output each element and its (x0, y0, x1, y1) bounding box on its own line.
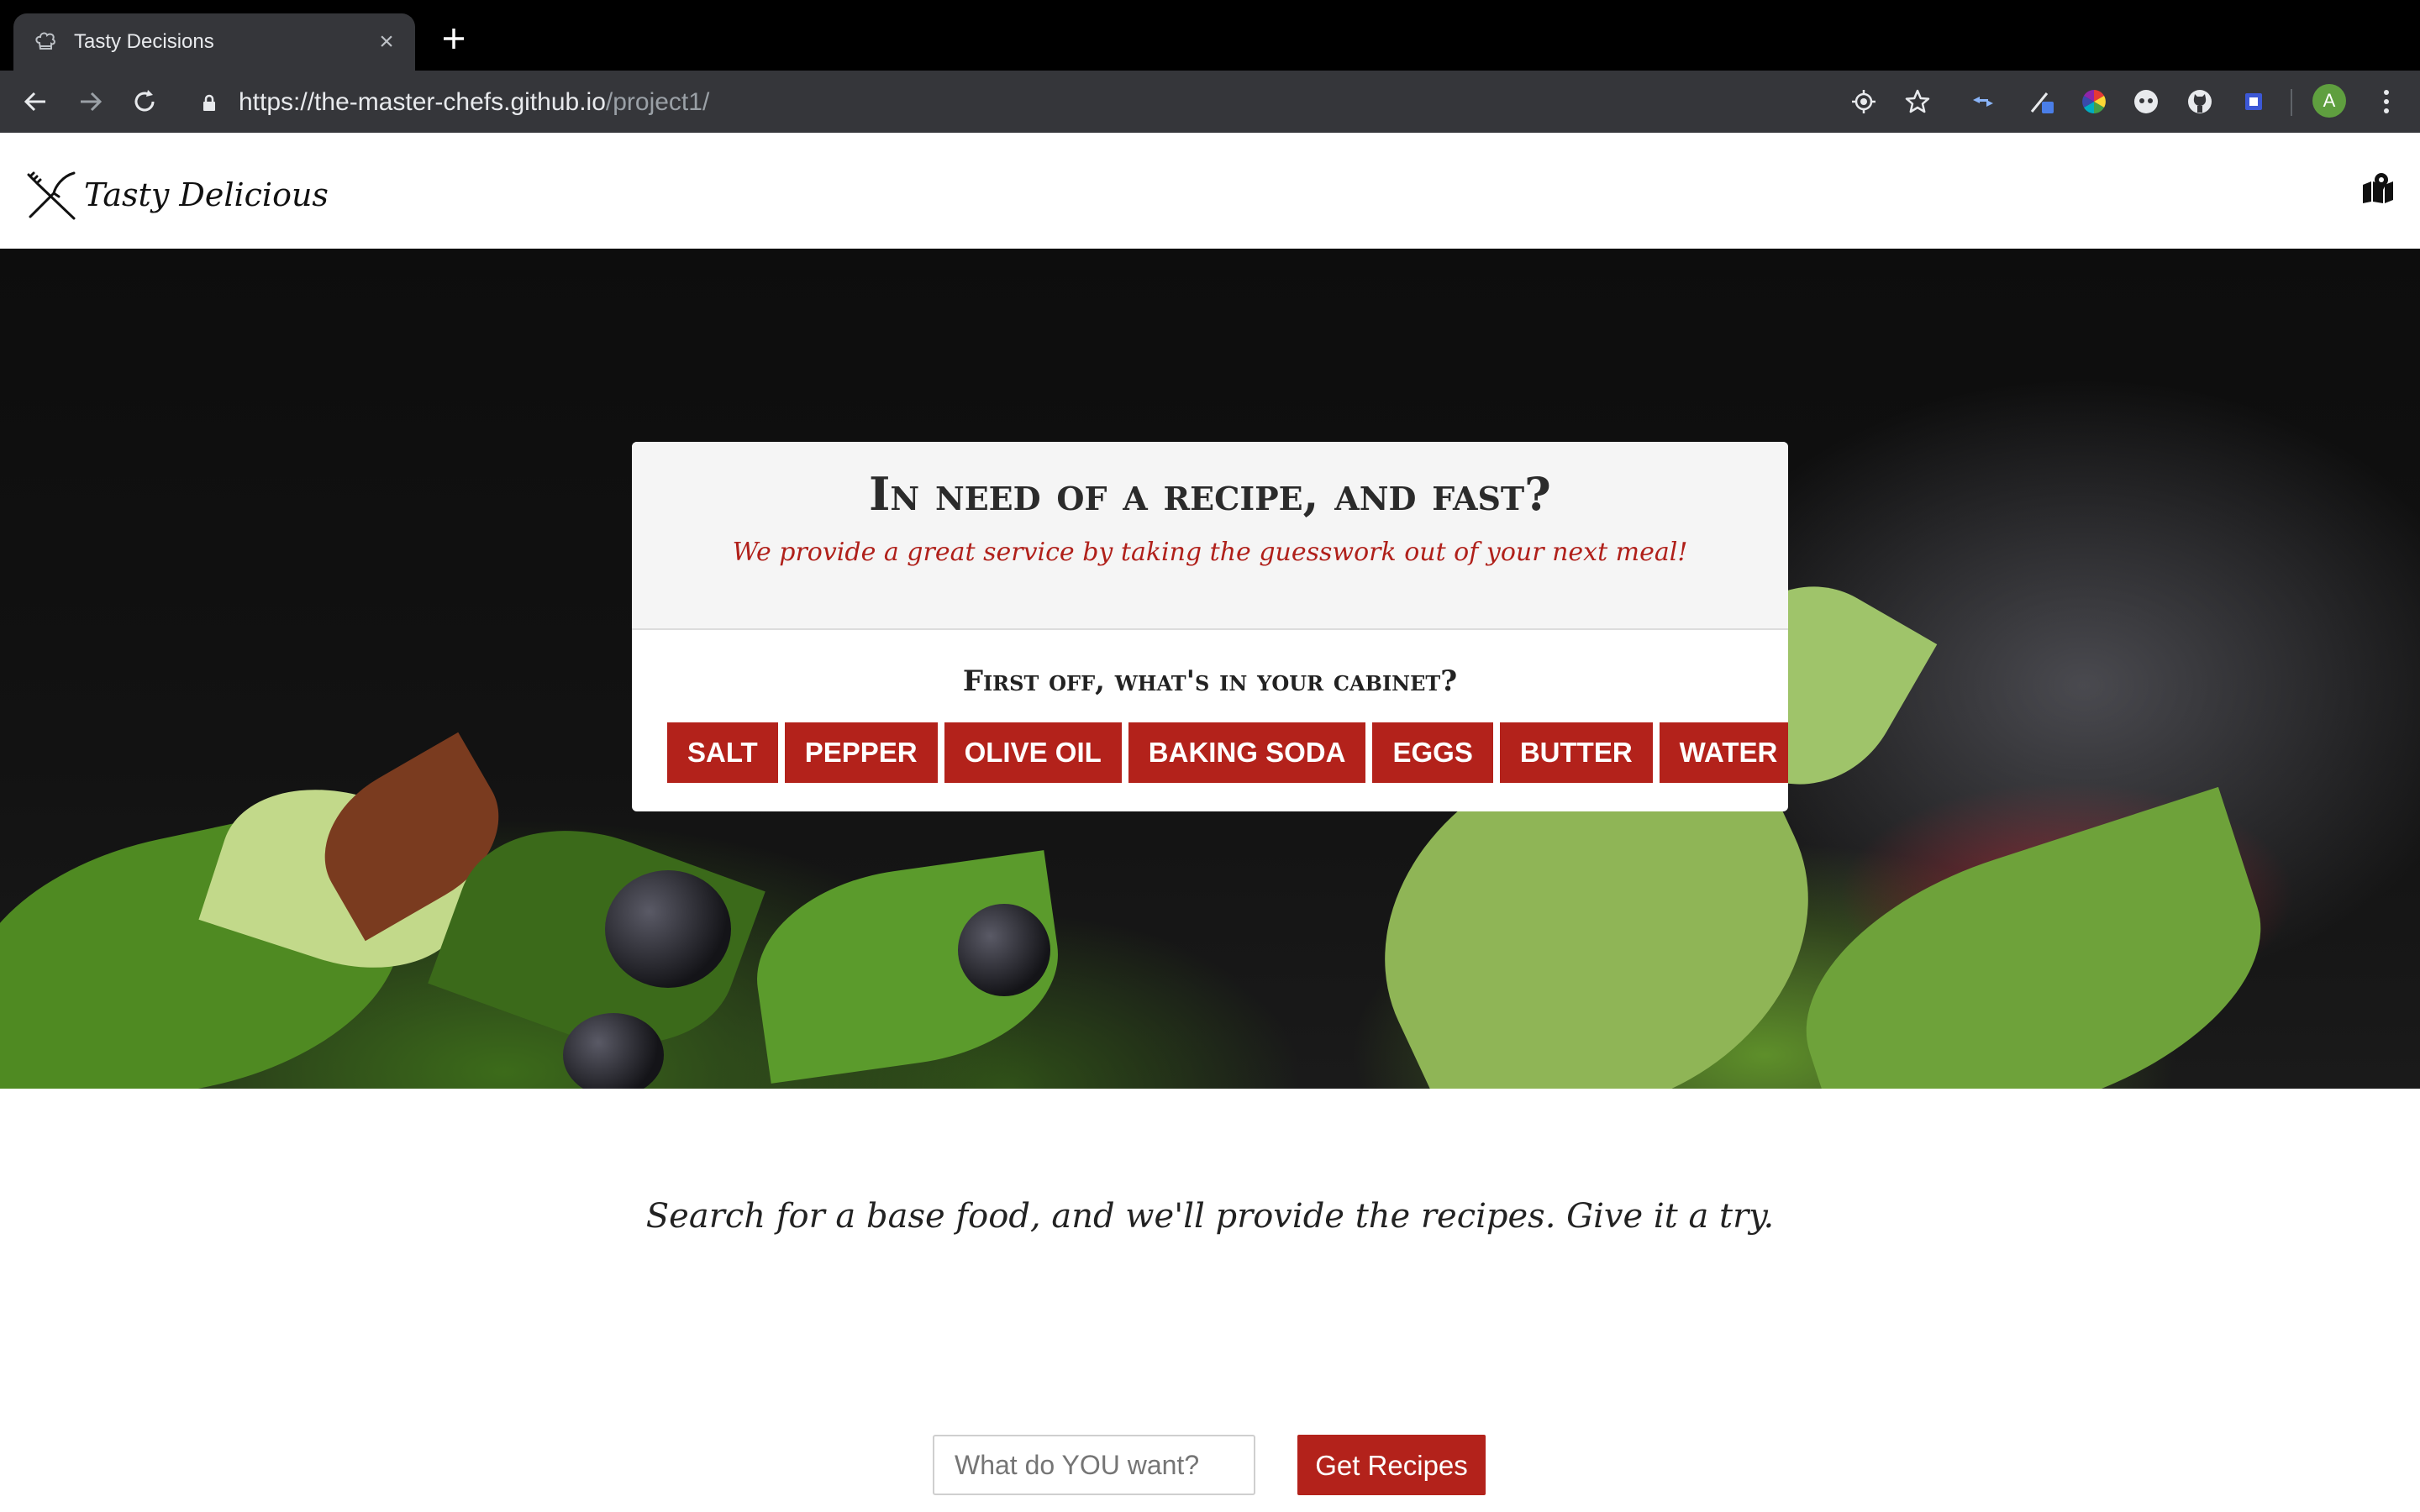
lock-icon (203, 94, 215, 111)
card-body: First off, what's in your cabinet? SALT P… (632, 630, 1788, 811)
leaf-decoration (1770, 786, 2296, 1089)
browser-toolbar: https://the-master-chefs.github.io/proje… (0, 71, 2420, 133)
location-icon[interactable] (1849, 87, 1879, 117)
hero-subtitle: We provide a great service by taking the… (732, 538, 1688, 567)
berry-decoration (605, 870, 731, 988)
ingredient-button-olive-oil[interactable]: OLIVE OIL (944, 722, 1122, 783)
url-path: /project1/ (605, 88, 710, 116)
tab-title: Tasty Decisions (74, 30, 214, 53)
browser-tab-bar: Tasty Decisions × (0, 0, 2420, 71)
github-icon[interactable] (2185, 87, 2215, 117)
get-recipes-button[interactable]: Get Recipes (1297, 1435, 1486, 1495)
extension-circle-icon[interactable] (2131, 87, 2161, 117)
browser-tab[interactable]: Tasty Decisions × (13, 13, 415, 71)
cabinet-question: First off, what's in your cabinet? (962, 664, 1458, 698)
ingredient-buttons: SALT PEPPER OLIVE OIL BAKING SODA EGGS BUTTER… (667, 722, 1788, 783)
back-icon[interactable] (20, 87, 50, 117)
url-host: https://the-master-chefs.github.io (239, 88, 606, 116)
berry-decoration (563, 1013, 664, 1089)
menu-icon[interactable] (2371, 85, 2402, 118)
fork-knife-icon (27, 171, 76, 220)
berry-decoration (958, 904, 1050, 996)
reload-icon[interactable] (129, 87, 160, 117)
star-icon[interactable] (1902, 87, 1933, 117)
food-search-input[interactable] (933, 1435, 1255, 1495)
ingredient-button-water[interactable]: WATER (1659, 722, 1788, 783)
map-marker-icon[interactable] (2361, 171, 2395, 205)
site-navbar: Tasty Delicious (0, 133, 2420, 249)
forward-icon[interactable] (76, 87, 106, 117)
ingredient-button-salt[interactable]: SALT (667, 722, 778, 783)
chef-hat-icon (35, 32, 55, 50)
ingredient-button-pepper[interactable]: PEPPER (784, 722, 938, 783)
address-bar[interactable]: https://the-master-chefs.github.io/proje… (187, 77, 1867, 126)
hero-title: In need of a recipe, and fast? (869, 467, 1551, 521)
url-text: https://the-master-chefs.github.io/proje… (239, 87, 709, 118)
extension-pen-icon[interactable] (2027, 87, 2057, 117)
card-header: In need of a recipe, and fast? We provid… (632, 442, 1788, 630)
tab-close-icon[interactable]: × (373, 29, 400, 55)
color-wheel-icon[interactable] (2079, 87, 2109, 117)
ingredient-button-butter[interactable]: BUTTER (1499, 722, 1653, 783)
brand-name: Tasty Delicious (84, 176, 329, 213)
ingredient-button-eggs[interactable]: EGGS (1372, 722, 1493, 783)
extension-arrows-icon[interactable] (1968, 87, 1998, 117)
profile-avatar[interactable]: A (2312, 84, 2346, 118)
hero-card: In need of a recipe, and fast? We provid… (632, 442, 1788, 811)
toolbar-divider (2291, 89, 2292, 116)
search-tagline: Search for a base food, and we'll provid… (645, 1197, 1775, 1236)
hero-banner: In need of a recipe, and fast? We provid… (0, 249, 2420, 1089)
new-tab-icon[interactable] (437, 22, 471, 55)
ingredient-button-baking-soda[interactable]: BAKING SODA (1128, 722, 1366, 783)
extension-square-icon[interactable] (2238, 87, 2269, 117)
